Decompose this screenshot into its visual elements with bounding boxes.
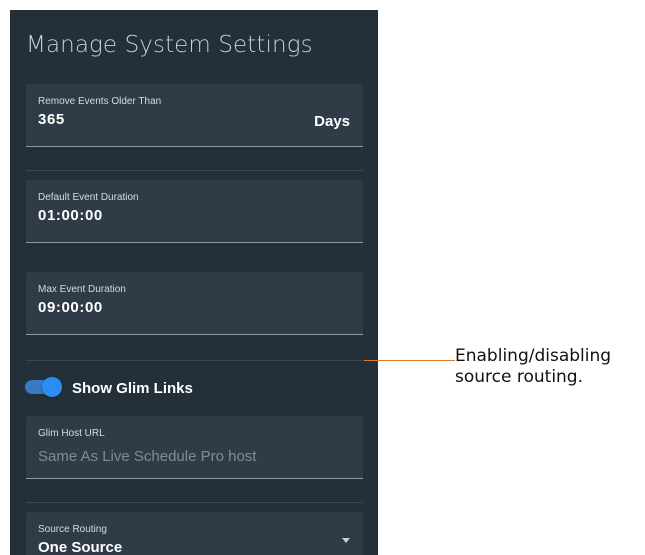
- settings-panel: Manage System Settings Remove Events Old…: [10, 10, 378, 555]
- toggle-thumb[interactable]: [42, 377, 62, 397]
- max-event-duration-field[interactable]: Max Event Duration 09:00:00: [26, 272, 363, 335]
- max-event-duration-value[interactable]: 09:00:00: [38, 299, 103, 316]
- glim-host-url-field[interactable]: Glim Host URL Same As Live Schedule Pro …: [26, 416, 363, 479]
- default-event-duration-field[interactable]: Default Event Duration 01:00:00: [26, 180, 363, 243]
- default-event-duration-value[interactable]: 01:00:00: [38, 207, 103, 224]
- remove-events-value[interactable]: 365: [38, 111, 65, 128]
- source-routing-label: Source Routing: [38, 524, 107, 535]
- divider: [26, 502, 363, 503]
- show-glim-links-toggle[interactable]: Show Glim Links: [25, 376, 325, 398]
- divider: [26, 360, 363, 361]
- chevron-down-icon[interactable]: [342, 538, 350, 543]
- default-event-duration-label: Default Event Duration: [38, 192, 139, 203]
- callout-line-2: source routing.: [455, 367, 584, 387]
- max-event-duration-label: Max Event Duration: [38, 284, 126, 295]
- days-suffix: Days: [314, 113, 350, 130]
- remove-events-label: Remove Events Older Than: [38, 96, 162, 107]
- remove-events-field[interactable]: Remove Events Older Than 365 Days: [26, 84, 363, 147]
- callout-line: [364, 360, 455, 361]
- glim-host-url-placeholder[interactable]: Same As Live Schedule Pro host: [38, 448, 256, 465]
- callout-text: Enabling/disabling source routing.: [455, 346, 611, 388]
- source-routing-select[interactable]: Source Routing One Source: [26, 512, 363, 555]
- glim-host-url-label: Glim Host URL: [38, 428, 105, 439]
- source-routing-value[interactable]: One Source: [38, 539, 122, 555]
- panel-title: Manage System Settings: [26, 32, 313, 58]
- callout-line-1: Enabling/disabling: [455, 346, 612, 366]
- show-glim-links-label: Show Glim Links: [72, 380, 193, 397]
- divider: [26, 170, 363, 171]
